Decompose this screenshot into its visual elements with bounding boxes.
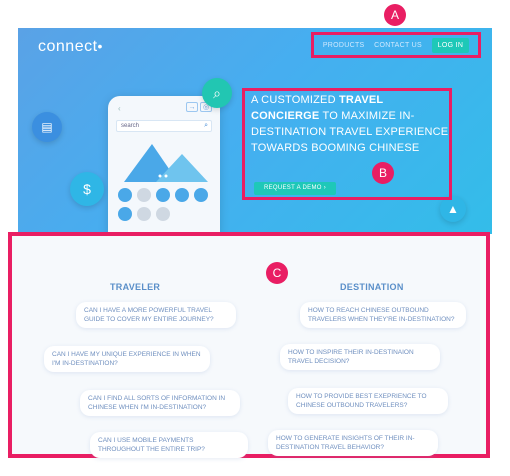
mountain-illustration: [124, 144, 208, 182]
logo-text: connect: [38, 38, 98, 55]
destination-question-4[interactable]: HOW TO GENERATE INSIGHTS OF THEIR IN-DES…: [268, 430, 438, 456]
nav-products-link[interactable]: PRODUCTS: [323, 42, 365, 49]
brand-logo[interactable]: connect•: [38, 38, 103, 56]
hero-headline: A CUSTOMIZED TRAVEL CONCIERGE TO MAXIMIZ…: [251, 92, 451, 156]
phone-dot-grid: [118, 188, 208, 221]
nav-contact-link[interactable]: CONTACT US: [374, 42, 422, 49]
destination-title: DESTINATION: [340, 282, 404, 292]
phone-mockup: ‹ → ◎ search ⌕: [108, 96, 220, 234]
request-demo-button[interactable]: REQUEST A DEMO ›: [254, 182, 336, 195]
traveler-question-1[interactable]: CAN I HAVE A MORE POWERFUL TRAVEL GUIDE …: [76, 302, 236, 328]
logo-dot: •: [97, 38, 103, 54]
currency-icon: $: [70, 172, 104, 206]
top-nav: PRODUCTS CONTACT US LOG IN: [311, 32, 481, 58]
login-button[interactable]: LOG IN: [431, 37, 470, 53]
destination-question-3[interactable]: HOW TO PROVIDE BEST EXEPRIENCE TO CHINES…: [288, 388, 448, 414]
forward-icon: →: [186, 102, 198, 112]
chat-icon: ▤: [32, 112, 62, 142]
annotation-badge-b: B: [372, 162, 394, 184]
traveler-question-3[interactable]: CAN I FIND ALL SORTS OF INFORMATION IN C…: [80, 390, 240, 416]
back-icon: ‹: [118, 104, 121, 113]
destination-question-2[interactable]: HOW TO INSPIRE THEIR IN-DESTINAION TRAVE…: [280, 344, 440, 370]
search-icon: ⌕: [204, 122, 208, 129]
traveler-question-2[interactable]: CAN I HAVE MY UNIQUE EXPERIENCE IN WHEN …: [44, 346, 210, 372]
phone-search-input: search ⌕: [116, 120, 212, 132]
annotation-badge-c: C: [266, 262, 288, 284]
search-placeholder: search: [121, 123, 140, 129]
traveler-title: TRAVELER: [110, 282, 161, 292]
headline-prefix: A CUSTOMIZED: [251, 94, 339, 106]
destination-question-1[interactable]: HOW TO REACH CHINESE OUTBOUND TRAVELERS …: [300, 302, 466, 328]
search-float-icon: ⌕: [202, 78, 232, 108]
annotation-badge-a: A: [384, 4, 406, 26]
traveler-question-4[interactable]: CAN I USE MOBILE PAYMENTS THROUGHOUT THE…: [90, 432, 248, 458]
